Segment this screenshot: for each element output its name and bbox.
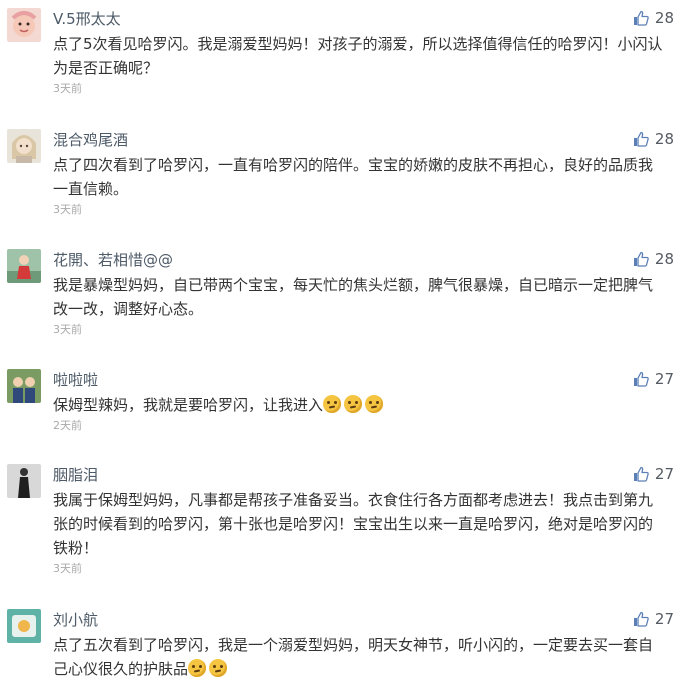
comment-text: 点了四次看到了哈罗闪，一直有哈罗闪的陪伴。宝宝的娇嫩的皮肤不再担心，良好的品质我…	[53, 156, 654, 198]
comment-text-body: 保姆型辣妈，我就是要哈罗闪，让我进入	[53, 396, 324, 414]
username[interactable]: 胭脂泪	[53, 466, 98, 484]
thumbs-up-icon	[633, 371, 649, 387]
teal-avatar-icon	[7, 609, 41, 643]
like-button[interactable]: 27	[633, 464, 674, 484]
timestamp: 3天前	[53, 562, 82, 575]
username[interactable]: 花開、若相惜@@	[53, 251, 173, 269]
username[interactable]: 刘小航	[53, 611, 98, 629]
like-count: 28	[654, 130, 674, 148]
comment-text: 点了五次看到了哈罗闪，我是一个溺爱型妈妈，明天女神节，听小闪的，一定要去买一套自…	[53, 633, 663, 681]
thumbs-up-icon	[633, 10, 649, 26]
like-button[interactable]: 28	[633, 8, 674, 28]
thinking-face-icon	[323, 395, 342, 413]
comment-text: 我是暴燥型妈妈，自已带两个宝宝，每天忙的焦头烂额，脾气很暴燥，自已暗示一定把脾气…	[53, 276, 654, 318]
avatar[interactable]	[7, 8, 41, 42]
timestamp: 3天前	[53, 203, 82, 216]
baby-avatar-icon	[7, 8, 41, 42]
avatar[interactable]	[7, 249, 41, 283]
thinking-face-icon	[344, 395, 363, 413]
dark-figure-avatar-icon	[7, 464, 41, 498]
username[interactable]: V.5邢太太	[53, 10, 121, 28]
comment-text: 点了5次看见哈罗闪。我是溺爱型妈妈！对孩子的溺爱，所以选择值得信任的哈罗闪！小闪…	[53, 35, 663, 77]
like-count: 27	[654, 465, 674, 483]
thumbs-up-icon	[633, 611, 649, 627]
thinking-face-icon	[209, 659, 228, 677]
username[interactable]: 啦啦啦	[53, 371, 98, 389]
person-red-avatar-icon	[7, 249, 41, 283]
avatar[interactable]	[7, 129, 41, 163]
comment-text: 我属于保姆型妈妈，凡事都是帮孩子准备妥当。衣食住行各方面都考虑进去！我点击到第九…	[53, 491, 654, 557]
thinking-face-icon	[365, 395, 384, 413]
doll-avatar-icon	[7, 129, 41, 163]
avatar[interactable]	[7, 369, 41, 403]
timestamp: 3天前	[53, 323, 82, 336]
avatar[interactable]	[7, 464, 41, 498]
comment-feed: V.5邢太太 28 点了5次看见哈罗闪。我是溺爱型妈妈！对孩子的溺爱，所以选择值…	[0, 0, 682, 682]
thumbs-up-icon	[633, 131, 649, 147]
like-button[interactable]: 28	[633, 129, 674, 149]
like-count: 27	[654, 370, 674, 388]
username[interactable]: 混合鸡尾酒	[53, 131, 128, 149]
like-count: 28	[654, 250, 674, 268]
timestamp: 3天前	[53, 82, 82, 95]
like-button[interactable]: 27	[633, 609, 674, 629]
comment-text-body: 点了五次看到了哈罗闪，我是一个溺爱型妈妈，明天女神节，听小闪的，一定要去买一套自…	[53, 636, 654, 678]
like-button[interactable]: 27	[633, 369, 674, 389]
timestamp: 2天前	[53, 419, 82, 432]
like-count: 28	[654, 9, 674, 27]
kids-avatar-icon	[7, 369, 41, 403]
like-button[interactable]: 28	[633, 249, 674, 269]
thumbs-up-icon	[633, 466, 649, 482]
comment-text: 保姆型辣妈，我就是要哈罗闪，让我进入	[53, 393, 663, 417]
like-count: 27	[654, 610, 674, 628]
avatar[interactable]	[7, 609, 41, 643]
thinking-face-icon	[188, 659, 207, 677]
thumbs-up-icon	[633, 251, 649, 267]
